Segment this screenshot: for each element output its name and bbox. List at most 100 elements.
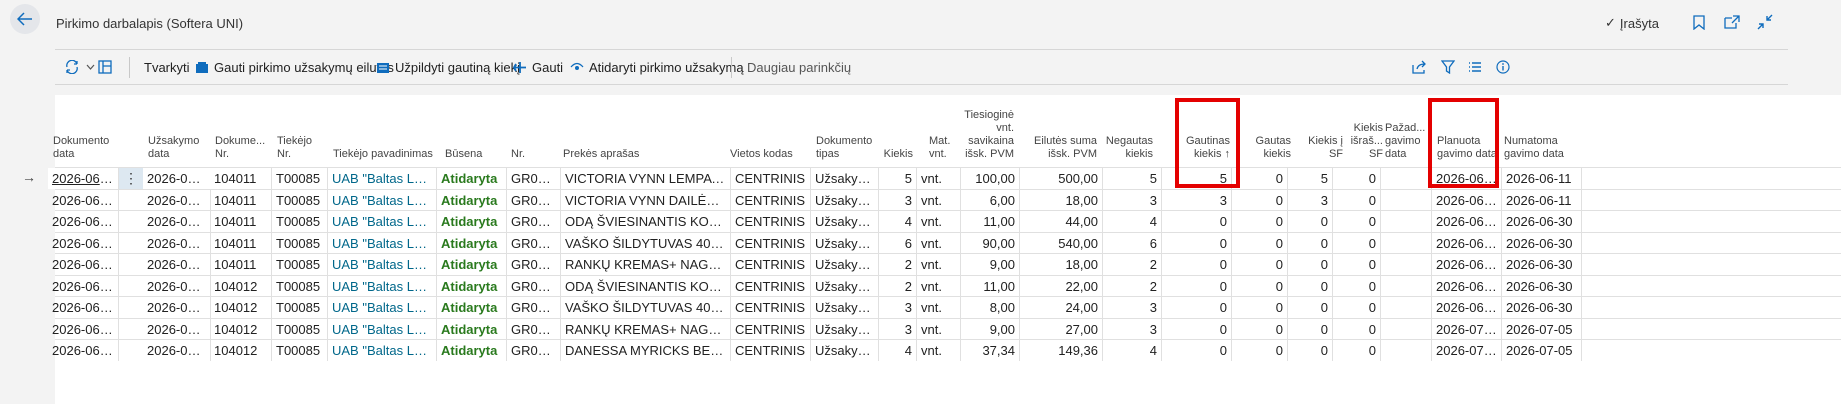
col-header-to-invoice[interactable]: Kiekis į SF [1290, 95, 1343, 167]
cell-to-receive[interactable]: 0 [1162, 340, 1232, 361]
cell-promised [1381, 340, 1432, 361]
edit-button[interactable]: Tvarkyti [144, 50, 190, 84]
cell-planned[interactable]: 2026-06-30 [1432, 297, 1502, 318]
table-row[interactable]: 2026-06-01 2026-06-30 104011 T00085 UAB "Bal… [52, 253, 1841, 275]
col-header-location[interactable]: Vietos kodas [730, 95, 810, 167]
list-view-button[interactable] [1468, 50, 1482, 84]
cell-to-receive[interactable]: 0 [1162, 254, 1232, 275]
col-header-uom[interactable]: Mat. vnt. [929, 95, 964, 167]
cell-unit-cost: 9,00 [961, 318, 1020, 340]
toolbar-separator [731, 57, 732, 78]
cell-planned[interactable]: 2026-07-05 [1432, 340, 1502, 361]
row-actions-icon[interactable]: ⋮ [119, 168, 143, 189]
bookmark-icon[interactable] [1690, 13, 1708, 31]
cell-doc-type: Užsakymas [811, 318, 879, 340]
col-header-vendor-no[interactable]: Tiekėjo Nr. [277, 95, 327, 167]
cell-doc-date[interactable]: 2026-06-15 [48, 318, 119, 340]
cell-planned[interactable]: 2026-06-30 [1432, 211, 1502, 232]
cell-planned[interactable]: 2026-07-05 [1432, 318, 1502, 340]
table-row[interactable]: 2026-06-15 2026-06-30 104012 T00085 UAB "Bal… [52, 274, 1841, 297]
cell-to-receive[interactable]: 0 [1162, 211, 1232, 232]
collapse-icon[interactable] [1756, 13, 1774, 31]
col-header-line-amount[interactable]: Eilutės suma išsk. PVM [1025, 95, 1097, 167]
cell-to-receive[interactable]: 0 [1162, 318, 1232, 340]
cell-planned[interactable]: 2026-06-11 [1432, 189, 1502, 211]
cell-vendor-name[interactable]: UAB "Baltas Laukas" [328, 340, 437, 361]
col-header-status[interactable]: Būsena [445, 95, 505, 167]
layout-button[interactable] [98, 50, 112, 84]
cell-doc-date[interactable]: 2026-06-01 [48, 254, 119, 275]
col-header-doc-no[interactable]: Dokume... Nr. [215, 95, 275, 167]
cell-doc-no: 104012 [210, 275, 272, 297]
col-header-vendor-name[interactable]: Tiekėjo pavadinimas [333, 95, 453, 167]
cell-vendor-name[interactable]: UAB "Baltas Laukas" [328, 168, 437, 189]
open-purchase-order-button[interactable]: Atidaryti pirkimo užsakymą [570, 50, 744, 84]
layout-icon [98, 60, 112, 74]
back-button[interactable] [10, 4, 40, 34]
cell-doc-no: 104011 [210, 211, 272, 232]
cell-vendor-name[interactable]: UAB "Baltas Laukas" [328, 297, 437, 318]
col-header-doc-date[interactable]: Dokumento data [53, 95, 117, 167]
cell-planned[interactable]: 2026-06-30 [1432, 232, 1502, 254]
col-header-received[interactable]: Gautas kiekis [1241, 95, 1291, 167]
cell-unit-cost: 6,00 [961, 189, 1020, 211]
cell-vendor-name[interactable]: UAB "Baltas Laukas" [328, 318, 437, 340]
receive-button[interactable]: Gauti [513, 50, 563, 84]
col-header-invoiced[interactable]: Kiekis išraš... SF [1342, 95, 1383, 167]
col-header-description[interactable]: Prekės aprašas [563, 95, 683, 167]
fill-qty-button[interactable]: Užpildyti gautiną kiekį [376, 50, 520, 84]
cell-to-receive[interactable]: 3 [1162, 189, 1232, 211]
cell-received: 0 [1232, 297, 1288, 318]
cell-doc-type: Užsakymas [811, 297, 879, 318]
cell-doc-date[interactable]: 2026-06-01 [48, 189, 119, 211]
cell-doc-date[interactable]: 2026-06-15 [48, 275, 119, 297]
col-header-outstanding[interactable]: Negautas kiekis [1105, 95, 1153, 167]
cell-vendor-name[interactable]: UAB "Baltas Laukas" [328, 275, 437, 297]
cell-to-invoice: 5 [1288, 168, 1333, 189]
table-row[interactable]: 2026-06-01 2026-06-11 104011 T00085 UAB "Bal… [48, 167, 1841, 189]
cell-planned[interactable]: 2026-06-30 [1432, 275, 1502, 297]
cell-doc-type: Užsakymas [811, 340, 879, 361]
view-switch-button[interactable] [65, 50, 95, 84]
col-header-order-date[interactable]: Užsakymo data [148, 95, 208, 167]
get-order-lines-label: Gauti pirkimo užsakymų eilutes [214, 59, 394, 75]
table-row[interactable]: 2026-06-01 2026-06-11 104011 T00085 UAB "Bal… [52, 188, 1841, 211]
cell-doc-date[interactable]: 2026-06-01 [48, 232, 119, 254]
cell-vendor-name[interactable]: UAB "Baltas Laukas" [328, 189, 437, 211]
cell-doc-date[interactable]: 2026-06-01 [48, 168, 119, 189]
cell-vendor-name[interactable]: UAB "Baltas Laukas" [328, 254, 437, 275]
share-button[interactable] [1412, 50, 1427, 84]
cell-to-receive[interactable]: 0 [1162, 275, 1232, 297]
cell-to-receive[interactable]: 0 [1162, 232, 1232, 254]
cell-doc-date[interactable]: 2026-06-15 [48, 297, 119, 318]
cell-doc-type: Užsakymas [811, 168, 879, 189]
list-icon [1469, 62, 1481, 72]
cell-to-receive[interactable]: 0 [1162, 297, 1232, 318]
cell-doc-date[interactable]: 2026-06-01 [48, 211, 119, 232]
more-options-button[interactable]: Daugiau parinkčių [747, 50, 851, 84]
info-button[interactable] [1496, 50, 1510, 84]
cell-planned[interactable]: 2026-06-30 [1432, 254, 1502, 275]
table-row[interactable]: 2026-06-15 2026-06-30 104012 T00085 UAB "Bal… [52, 296, 1841, 318]
filter-icon [1441, 60, 1455, 74]
cell-vendor-name[interactable]: UAB "Baltas Laukas" [328, 232, 437, 254]
col-header-qty[interactable]: Kiekis [875, 95, 913, 167]
cell-description: ODĄ ŠVIESINANTIS KONCENTRA... [561, 211, 731, 232]
cell-promised [1381, 275, 1432, 297]
open-new-window-icon[interactable] [1723, 13, 1741, 31]
table-row[interactable]: 2026-06-01 2026-06-30 104011 T00085 UAB "Bal… [52, 210, 1841, 232]
page-title: Pirkimo darbalapis (Softera UNI) [56, 16, 244, 31]
cell-description: VAŠKO ŠILDYTUVAS 400ML, 100... [561, 232, 731, 254]
cell-uom: vnt. [917, 211, 961, 232]
filter-button[interactable] [1441, 50, 1455, 84]
get-order-lines-button[interactable]: Gauti pirkimo užsakymų eilutes [195, 50, 394, 84]
col-header-expected-date[interactable]: Numatoma gavimo data [1504, 95, 1579, 167]
cell-vendor-name[interactable]: UAB "Baltas Laukas" [328, 211, 437, 232]
col-header-unit-cost[interactable]: Tiesioginė vnt. savikaina išsk. PVM [961, 95, 1014, 167]
table-row[interactable]: 2026-06-01 2026-06-30 104011 T00085 UAB "Bal… [52, 231, 1841, 254]
table-row[interactable]: 2026-06-15 2026-07-05 104012 T00085 UAB "Bal… [52, 317, 1841, 340]
table-row[interactable]: 2026-06-15 2026-07-05 104012 T00085 UAB "Bal… [52, 339, 1841, 361]
cell-line-amount: 500,00 [1020, 168, 1103, 189]
col-header-item-no[interactable]: Nr. [511, 95, 551, 167]
cell-doc-date[interactable]: 2026-06-15 [48, 340, 119, 361]
